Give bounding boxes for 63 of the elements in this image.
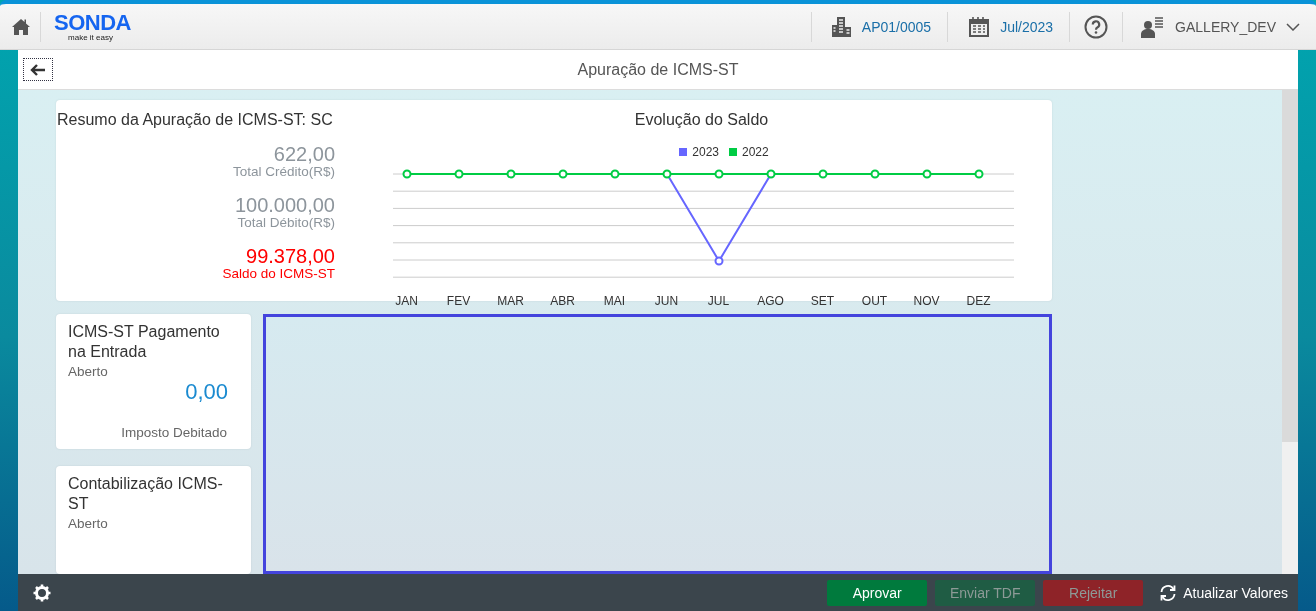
tile-title: Contabilização ICMS-ST — [68, 474, 224, 514]
back-button[interactable] — [23, 58, 53, 81]
month-label: NOV — [912, 294, 941, 308]
logo-tagline: make it easy — [68, 33, 113, 42]
user-icon — [1141, 15, 1166, 38]
month-label: JAN — [394, 294, 419, 308]
amount-label: Total Débito(R$) — [237, 215, 335, 231]
amount-label: Saldo do ICMS-ST — [222, 266, 335, 282]
scrollbar-thumb[interactable] — [1282, 90, 1298, 442]
company-selector[interactable]: AP01/0005 — [811, 4, 948, 49]
settings-button[interactable] — [33, 583, 51, 602]
action-button[interactable]: Aprovar — [827, 579, 928, 606]
data-point — [714, 256, 723, 266]
month-label: MAI — [602, 294, 627, 308]
tile-title: ICMS-ST Pagamento na Entrada — [68, 322, 221, 362]
month-label: MAR — [496, 294, 525, 308]
tile-status: Aberto — [68, 516, 109, 531]
data-point — [662, 169, 671, 179]
page-title: Apuração de ICMS-ST — [576, 60, 740, 79]
data-point — [558, 169, 567, 179]
tile-status: Aberto — [68, 364, 109, 379]
data-point — [818, 169, 827, 179]
kpi-tile[interactable]: ICMS-ST Pagamento na Entrada Aberto 0,00 Imposto Debitado — [56, 314, 251, 449]
refresh-icon — [1159, 583, 1178, 602]
data-point — [922, 169, 931, 179]
kpi-tile[interactable]: Contabilização ICMS-ST Aberto — [56, 466, 251, 574]
summary-title: Resumo da Apuração de ICMS-ST: SC — [57, 111, 334, 129]
month-label: AGO — [756, 294, 785, 308]
tile-value: 0,00 — [184, 379, 228, 405]
help-icon — [1084, 14, 1109, 39]
chevron-down-icon — [1286, 22, 1300, 31]
home-icon — [11, 16, 31, 37]
legend-label: 2023 — [692, 145, 719, 159]
chart-title: Evolução do Saldo — [634, 111, 769, 129]
legend-label: 2022 — [742, 145, 769, 159]
month-label: ABR — [549, 294, 576, 308]
month-label: JUN — [653, 294, 680, 308]
building-icon — [831, 15, 852, 38]
month-label: SET — [809, 294, 836, 308]
calendar-icon — [968, 15, 991, 38]
amount-label: Total Crédito(R$) — [232, 164, 335, 180]
data-point — [974, 169, 983, 179]
logo-text: SONDA — [54, 11, 131, 34]
data-point — [870, 169, 879, 179]
user-menu[interactable]: GALLERY_DEV — [1123, 4, 1316, 49]
period-selector[interactable]: Jul/2023 — [948, 4, 1070, 49]
tile-caption: Imposto Debitado — [120, 425, 227, 440]
data-point — [610, 169, 619, 179]
month-label: DEZ — [965, 294, 992, 308]
arrow-left-icon — [30, 63, 46, 76]
amount-value: 622,00 — [273, 144, 335, 164]
month-label: FEV — [445, 294, 472, 308]
data-point — [454, 169, 463, 179]
data-point — [714, 169, 723, 179]
amount-value: 100.000,00 — [234, 195, 335, 215]
amount-value: 99.378,00 — [246, 246, 335, 266]
month-label: OUT — [860, 294, 889, 308]
month-label: JUL — [706, 294, 731, 308]
settings-icon — [33, 583, 51, 602]
refresh-button[interactable]: Atualizar Valores — [1159, 583, 1288, 602]
data-point — [766, 169, 775, 179]
data-point — [506, 169, 515, 179]
data-point — [402, 169, 411, 179]
